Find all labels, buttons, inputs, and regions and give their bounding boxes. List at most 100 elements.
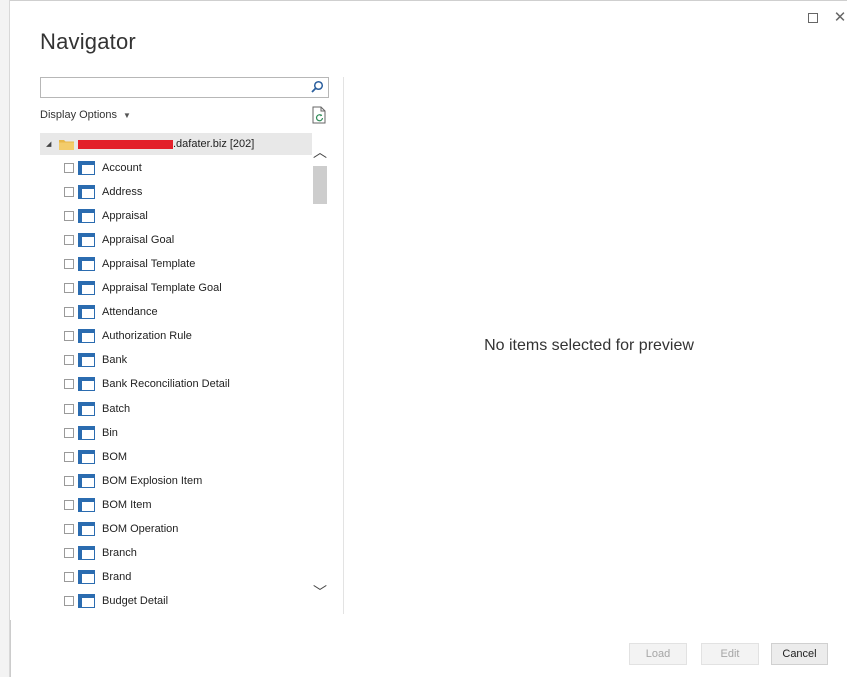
maximize-button[interactable] xyxy=(805,10,821,26)
item-checkbox[interactable] xyxy=(64,307,74,318)
table-list-item[interactable]: BOM Operation xyxy=(64,520,178,538)
table-list-item[interactable]: Appraisal Template Goal xyxy=(64,279,222,297)
table-icon xyxy=(78,425,95,440)
table-icon xyxy=(78,449,95,464)
item-checkbox[interactable] xyxy=(64,571,74,582)
chevron-down-icon: ▼ xyxy=(123,110,131,120)
table-list-item-label: BOM xyxy=(102,450,128,463)
table-list-item[interactable]: BOM Item xyxy=(64,496,152,514)
table-list-item[interactable]: Branch xyxy=(64,544,137,562)
table-list-item-label: Attendance xyxy=(102,306,158,319)
item-checkbox[interactable] xyxy=(64,547,74,558)
item-checkbox[interactable] xyxy=(64,379,74,390)
redacted-server-name xyxy=(78,139,173,149)
table-list-item[interactable]: BOM xyxy=(64,448,127,466)
table-icon xyxy=(78,353,95,368)
table-icon xyxy=(78,569,95,584)
item-checkbox[interactable] xyxy=(64,283,74,294)
background-window-edge-bottom xyxy=(10,620,11,677)
item-checkbox[interactable] xyxy=(64,427,74,438)
tree-scrollbar[interactable]: ︿ ﹀ xyxy=(312,144,328,611)
table-list-item[interactable]: Appraisal xyxy=(64,207,148,225)
scrollbar-thumb[interactable] xyxy=(313,166,327,204)
table-list-item-label: Account xyxy=(102,162,142,174)
table-icon xyxy=(78,521,95,536)
table-list-item[interactable]: BOM Explosion Item xyxy=(64,472,202,490)
item-checkbox[interactable] xyxy=(64,475,74,486)
item-checkbox[interactable] xyxy=(64,451,74,462)
table-icon xyxy=(78,233,95,248)
table-list-item[interactable]: Address xyxy=(64,183,142,201)
item-checkbox[interactable] xyxy=(64,235,74,246)
table-icon xyxy=(78,401,95,416)
table-list-item[interactable]: Bank xyxy=(64,351,127,369)
maximize-icon xyxy=(808,13,818,23)
tree-root-node[interactable]: ◢ .dafater.biz [202] xyxy=(40,133,312,155)
item-checkbox[interactable] xyxy=(64,187,74,198)
item-checkbox[interactable] xyxy=(64,403,74,414)
table-list-item[interactable]: Bank Reconciliation Detail xyxy=(64,375,230,393)
table-icon xyxy=(78,329,95,344)
table-list-item-label: Appraisal Template xyxy=(102,258,196,271)
table-list-item-label: Appraisal Template Goal xyxy=(102,282,222,295)
table-list-item-label: Batch xyxy=(102,402,131,415)
table-icon xyxy=(78,281,95,296)
table-list-item-label: BOM Explosion Item xyxy=(102,474,203,487)
table-list-item-label: Branch xyxy=(102,546,137,559)
preview-empty-message: No items selected for preview xyxy=(484,337,694,354)
table-list-item-label: Authorization Rule xyxy=(102,330,192,343)
table-icon xyxy=(78,497,95,512)
cancel-button[interactable]: Cancel xyxy=(771,643,828,665)
table-icon xyxy=(78,593,95,608)
item-checkbox[interactable] xyxy=(64,211,74,222)
table-list-item-label: Appraisal xyxy=(102,210,148,223)
table-icon xyxy=(78,209,95,224)
table-list-item-label: Bank xyxy=(102,354,128,367)
search-icon[interactable] xyxy=(310,80,324,94)
table-list-item[interactable]: Account xyxy=(64,159,142,177)
display-options-label: Display Options xyxy=(40,109,118,121)
close-button[interactable]: ✕ xyxy=(832,10,847,26)
table-icon xyxy=(78,473,95,488)
table-list-item[interactable]: Attendance xyxy=(64,303,158,321)
window-top-border xyxy=(10,0,847,8)
navigator-tree: ◢ .dafater.biz [202] Account Address Appra… xyxy=(40,133,328,613)
item-checkbox[interactable] xyxy=(64,499,74,510)
table-icon xyxy=(78,305,95,320)
table-list-item-label: Bin xyxy=(102,426,118,439)
scroll-down-icon[interactable]: ﹀ xyxy=(312,584,328,600)
table-list-item[interactable]: Budget Detail xyxy=(64,592,168,610)
expand-icon[interactable]: ◢ xyxy=(46,140,56,148)
table-list-item[interactable]: Brand xyxy=(64,568,131,586)
table-list-item-label: Brand xyxy=(102,570,132,583)
table-list-item-label: BOM Operation xyxy=(102,522,179,535)
search-input[interactable] xyxy=(41,78,306,97)
item-checkbox[interactable] xyxy=(64,523,74,534)
item-checkbox[interactable] xyxy=(64,259,74,270)
search-field[interactable] xyxy=(40,77,329,98)
edit-button[interactable]: Edit xyxy=(701,643,759,665)
item-checkbox[interactable] xyxy=(64,355,74,366)
display-options-dropdown[interactable]: Display Options ▼ xyxy=(40,109,131,121)
table-icon xyxy=(78,257,95,272)
load-button[interactable]: Load xyxy=(629,643,687,665)
item-checkbox[interactable] xyxy=(64,163,74,173)
item-checkbox[interactable] xyxy=(64,595,74,606)
table-icon xyxy=(78,377,95,392)
table-icon xyxy=(78,161,95,175)
table-list-item[interactable]: Authorization Rule xyxy=(64,327,192,345)
table-list-item[interactable]: Bin xyxy=(64,424,118,442)
refresh-icon[interactable] xyxy=(311,106,327,124)
close-icon: ✕ xyxy=(833,9,847,26)
table-icon xyxy=(78,545,95,560)
table-list-item[interactable]: Appraisal Goal xyxy=(64,231,174,249)
scroll-up-icon[interactable]: ︿ xyxy=(312,144,328,160)
table-list-item-label: Address xyxy=(102,186,143,199)
table-list-item-label: BOM Item xyxy=(102,498,152,511)
table-list-item[interactable]: Appraisal Template xyxy=(64,255,195,273)
dialog-title: Navigator xyxy=(40,29,136,54)
background-window-edge xyxy=(0,0,10,677)
table-list-item[interactable]: Batch xyxy=(64,400,130,418)
item-checkbox[interactable] xyxy=(64,331,74,342)
table-list-item-label: Bank Reconciliation Detail xyxy=(102,378,230,391)
